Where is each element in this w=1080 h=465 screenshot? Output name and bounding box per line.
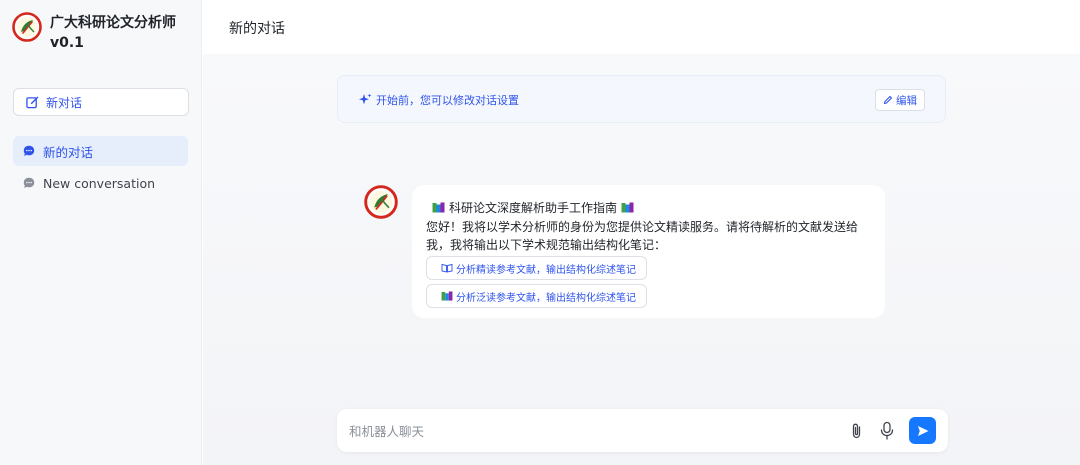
conversation-item[interactable]: New conversation <box>13 168 188 198</box>
message-title-row: 科研论文深度解析助手工作指南 <box>428 199 638 216</box>
message-title: 科研论文深度解析助手工作指南 <box>449 201 618 215</box>
conversation-label: New conversation <box>43 175 156 191</box>
books-icon <box>432 202 445 213</box>
brand: 广大科研论文分析师 v0.1 <box>12 10 197 60</box>
chat-area: 开始前，您可以修改对话设置 编辑 科研论文深度解析助手工作指南 您好！我将以学术… <box>203 54 1080 465</box>
bot-message-bubble: 科研论文深度解析助手工作指南 您好！我将以学术分析师的身份为您提供论文精读服务。… <box>412 185 885 318</box>
edit-square-icon <box>26 96 39 108</box>
chat-bubble-icon <box>23 145 35 156</box>
suggestion-label: 分析泛读参考文献，输出结构化综述笔记 <box>456 292 636 304</box>
banner-text-row: 开始前，您可以修改对话设置 <box>358 92 519 108</box>
suggestion-button[interactable]: 分析精读参考文献，输出结构化综述笔记 <box>426 256 647 280</box>
edit-settings-button[interactable]: 编辑 <box>875 89 925 111</box>
open-book-icon <box>441 263 453 273</box>
microphone-icon[interactable] <box>878 421 896 441</box>
page-title: 新的对话 <box>229 21 285 37</box>
conversation-label: 新的对话 <box>43 144 94 160</box>
chat-input-bar <box>337 409 948 452</box>
sparkle-icon <box>359 93 372 105</box>
new-chat-label: 新对话 <box>46 95 83 110</box>
bot-avatar <box>364 185 398 219</box>
university-logo-icon <box>12 12 42 42</box>
edit-label: 编辑 <box>896 94 917 107</box>
conversation-item-active[interactable]: 新的对话 <box>13 136 188 166</box>
books-icon <box>441 291 453 301</box>
new-chat-button[interactable]: 新对话 <box>13 88 189 116</box>
settings-banner: 开始前，您可以修改对话设置 编辑 <box>337 75 946 123</box>
app-title: 广大科研论文分析师 <box>50 15 176 31</box>
books-icon <box>621 202 634 213</box>
suggestion-button[interactable]: 分析泛读参考文献，输出结构化综述笔记 <box>426 284 647 308</box>
suggestion-label: 分析精读参考文献，输出结构化综述笔记 <box>456 264 636 276</box>
paperclip-icon[interactable] <box>848 422 866 440</box>
send-arrow-icon <box>917 425 928 436</box>
top-bar: 新的对话 <box>203 0 1080 54</box>
app-version: v0.1 <box>50 35 84 51</box>
banner-text: 开始前，您可以修改对话设置 <box>376 94 519 107</box>
send-button[interactable] <box>909 417 936 444</box>
message-body: 您好！我将以学术分析师的身份为您提供论文精读服务。请将待解析的文献发送给我，我将… <box>426 220 859 252</box>
sidebar: 广大科研论文分析师 v0.1 新对话 新的对话 New conversation <box>0 0 202 465</box>
pencil-icon <box>883 95 893 105</box>
chat-bubble-icon <box>23 177 35 188</box>
chat-input[interactable] <box>349 421 829 441</box>
